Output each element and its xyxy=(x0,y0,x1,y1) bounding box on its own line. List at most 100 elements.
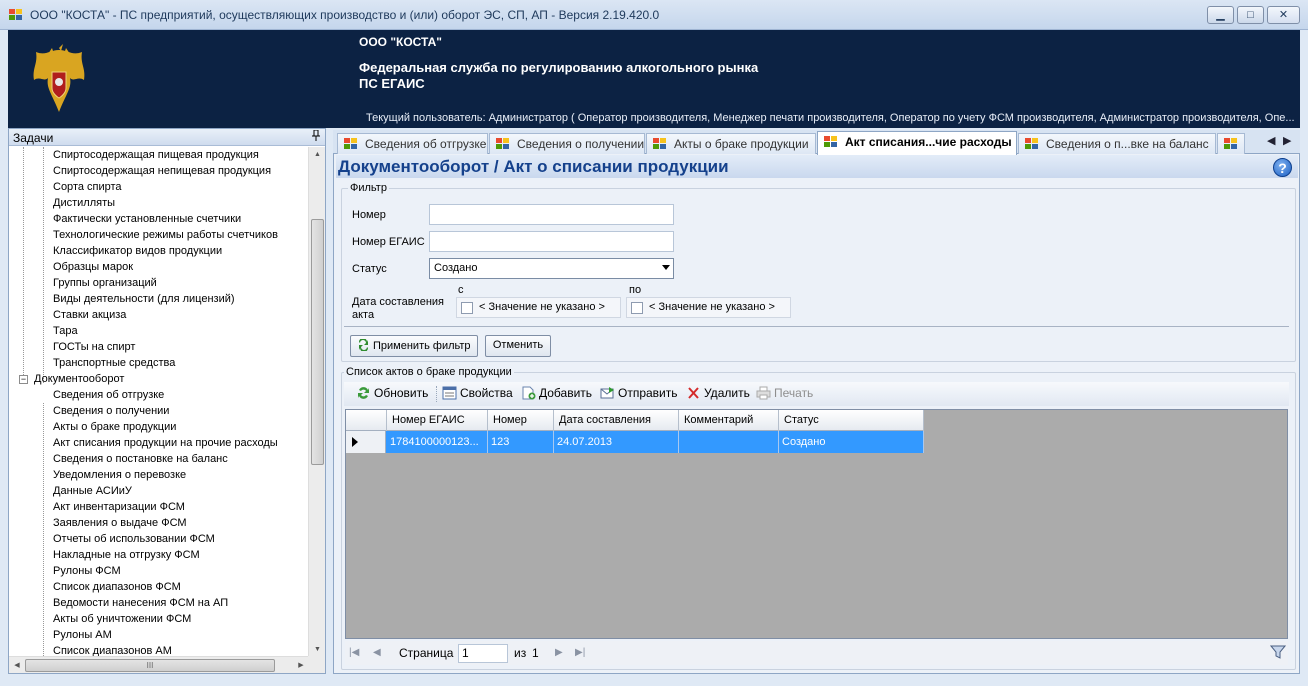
date-to-checkbox[interactable] xyxy=(631,302,643,314)
tree-item[interactable]: Фактически установленные счетчики xyxy=(53,211,241,227)
row-selector[interactable] xyxy=(346,431,386,453)
date-from-picker[interactable]: < Значение не указано > xyxy=(456,297,621,318)
tree-item[interactable]: Спиртосодержащая непищевая продукция xyxy=(53,163,271,179)
collapse-icon[interactable]: − xyxy=(19,375,28,384)
document-icon xyxy=(344,138,358,150)
cell-comment[interactable] xyxy=(679,431,779,453)
tree-item[interactable]: Тара xyxy=(53,323,78,339)
cell-date[interactable]: 24.07.2013 xyxy=(554,431,679,453)
tree-item[interactable]: Образцы марок xyxy=(53,259,133,275)
tab-more[interactable] xyxy=(1217,133,1245,154)
tab-label: Сведения о п...вке на баланс xyxy=(1046,137,1209,151)
tree-horizontal-scrollbar[interactable]: ◀ III ▶ xyxy=(9,656,309,673)
apply-filter-icon xyxy=(359,339,368,351)
column-header-date[interactable]: Дата составления xyxy=(554,410,679,431)
status-select[interactable]: Создано xyxy=(429,258,674,279)
table-row[interactable]: 1784100000123... 123 24.07.2013 Создано xyxy=(346,431,924,453)
number-input[interactable] xyxy=(429,204,674,225)
tree-item[interactable]: Сорта спирта xyxy=(53,179,122,195)
tree-vertical-scrollbar[interactable]: ▲ ▼ xyxy=(308,147,325,658)
number-label: Номер xyxy=(352,209,386,221)
grid-pager: |◀ ◀ Страница 1 из 1 ▶ ▶| xyxy=(345,641,1288,665)
tree-item[interactable]: Дистилляты xyxy=(53,195,115,211)
next-page-icon[interactable]: ▶ xyxy=(555,647,563,658)
page-title: Документооборот / Акт о списании продукц… xyxy=(336,155,1298,178)
tab-scroll-left-icon[interactable]: ◀ xyxy=(1267,134,1275,147)
tree-item[interactable]: Группы организаций xyxy=(53,275,157,291)
page-label: Страница xyxy=(399,646,454,660)
tab-defect-acts[interactable]: Акты о браке продукции xyxy=(646,133,816,154)
date-to-picker[interactable]: < Значение не указано > xyxy=(626,297,791,318)
tab-label: Сведения о получении xyxy=(517,137,645,151)
tree-item[interactable]: Сведения о получении xyxy=(53,403,169,419)
cell-status[interactable]: Создано xyxy=(779,431,924,453)
tree-item[interactable]: Ставки акциза xyxy=(53,307,126,323)
date-label: Дата составления акта xyxy=(352,296,444,321)
cell-egais[interactable]: 1784100000123... xyxy=(387,431,488,453)
tree-item[interactable]: Накладные на отгрузку ФСМ xyxy=(53,547,200,563)
column-header-egais[interactable]: Номер ЕГАИС xyxy=(387,410,488,431)
tree-group-documents[interactable]: Документооборот xyxy=(34,371,124,387)
tab-receipt[interactable]: Сведения о получении xyxy=(489,133,645,154)
tree-item[interactable]: Акты о браке продукции xyxy=(53,419,176,435)
tree-item[interactable]: Сведения о постановке на баланс xyxy=(53,451,228,467)
egais-number-input[interactable] xyxy=(429,231,674,252)
scroll-left-icon[interactable]: ◀ xyxy=(9,657,25,674)
tree-item[interactable]: Транспортные средства xyxy=(53,355,175,371)
chevron-down-icon xyxy=(662,265,670,270)
maximize-button[interactable]: □ xyxy=(1237,6,1264,24)
vertical-scroll-thumb[interactable] xyxy=(311,219,324,465)
tree-item[interactable]: ГОСТы на спирт xyxy=(53,339,135,355)
tree-item[interactable]: Ведомости нанесения ФСМ на АП xyxy=(53,595,228,611)
tree-item[interactable]: Рулоны ФСМ xyxy=(53,563,121,579)
cell-number[interactable]: 123 xyxy=(488,431,554,453)
horizontal-scroll-thumb[interactable]: III xyxy=(25,659,275,672)
document-icon xyxy=(496,138,510,150)
tab-shipment[interactable]: Сведения об отгрузке xyxy=(337,133,488,154)
close-button[interactable]: ✕ xyxy=(1267,6,1300,24)
refresh-button[interactable]: Обновить xyxy=(356,386,428,400)
apply-filter-button[interactable]: Применить фильтр xyxy=(350,335,478,357)
scroll-right-icon[interactable]: ▶ xyxy=(293,657,309,674)
cancel-filter-button[interactable]: Отменить xyxy=(485,335,551,357)
tasks-tree: Спиртосодержащая пищевая продукция Спирт… xyxy=(9,147,309,658)
page-number-input[interactable]: 1 xyxy=(458,644,508,663)
tree-item[interactable]: Классификатор видов продукции xyxy=(53,243,222,259)
tab-scroll-right-icon[interactable]: ▶ xyxy=(1283,134,1291,147)
tree-item[interactable]: Отчеты об использовании ФСМ xyxy=(53,531,215,547)
tab-writeoff-act[interactable]: Акт списания...чие расходы xyxy=(817,131,1017,155)
date-from-checkbox[interactable] xyxy=(461,302,473,314)
window-titlebar: ООО "КОСТА" - ПС предприятий, осуществля… xyxy=(0,0,1308,30)
tree-item-selected[interactable]: Акт списания продукции на прочие расходы xyxy=(53,435,278,451)
tab-balance[interactable]: Сведения о п...вке на баланс xyxy=(1018,133,1216,154)
tree-item[interactable]: Акт инвентаризации ФСМ xyxy=(53,499,185,515)
add-button[interactable]: Добавить xyxy=(521,386,592,400)
tree-item[interactable]: Виды деятельности (для лицензий) xyxy=(53,291,235,307)
first-page-icon[interactable]: |◀ xyxy=(349,647,359,658)
filter-funnel-icon[interactable] xyxy=(1270,644,1286,660)
tree-item[interactable]: Уведомления о перевозке xyxy=(53,467,186,483)
tree-item[interactable]: Спиртосодержащая пищевая продукция xyxy=(53,147,259,163)
tree-item[interactable]: Данные АСИиУ xyxy=(53,483,132,499)
print-button[interactable]: Печать xyxy=(756,386,813,400)
last-page-icon[interactable]: ▶| xyxy=(575,647,585,658)
tree-item[interactable]: Сведения об отгрузке xyxy=(53,387,164,403)
help-icon[interactable]: ? xyxy=(1273,158,1292,177)
tree-item[interactable]: Рулоны АМ xyxy=(53,627,112,643)
send-button[interactable]: Отправить xyxy=(600,386,678,400)
tree-item[interactable]: Технологические режимы работы счетчиков xyxy=(53,227,278,243)
prev-page-icon[interactable]: ◀ xyxy=(373,647,381,658)
tree-item[interactable]: Список диапазонов ФСМ xyxy=(53,579,181,595)
tree-item[interactable]: Акты об уничтожении ФСМ xyxy=(53,611,191,627)
minimize-button[interactable]: ▁ xyxy=(1207,6,1234,24)
scroll-up-icon[interactable]: ▲ xyxy=(309,147,326,163)
column-header-number[interactable]: Номер xyxy=(488,410,554,431)
properties-button[interactable]: Свойства xyxy=(442,386,513,400)
column-header-comment[interactable]: Комментарий xyxy=(679,410,779,431)
delete-icon xyxy=(688,387,699,399)
tree-item[interactable]: Заявления о выдаче ФСМ xyxy=(53,515,187,531)
column-header-status[interactable]: Статус xyxy=(779,410,924,431)
document-icon xyxy=(1224,138,1238,150)
pin-icon[interactable] xyxy=(311,129,321,144)
delete-button[interactable]: Удалить xyxy=(686,386,750,400)
